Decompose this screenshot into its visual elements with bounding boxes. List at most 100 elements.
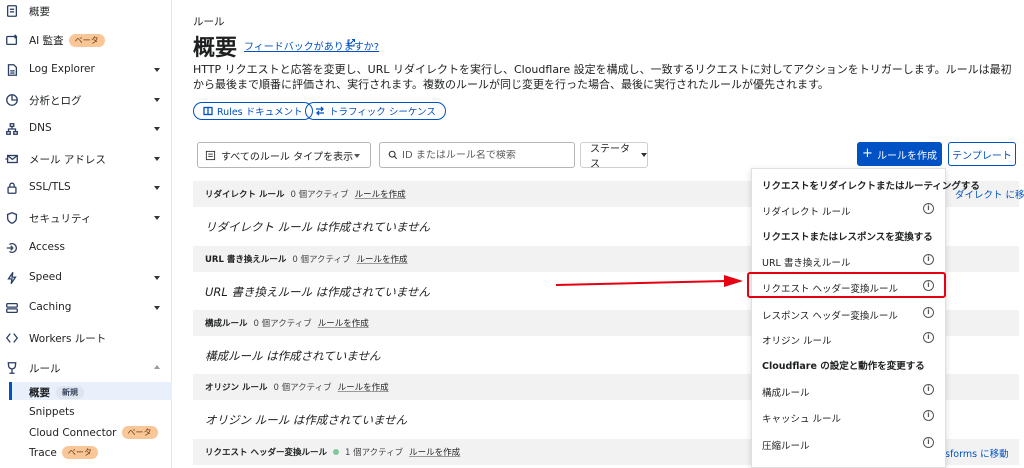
page-eyebrow: ルール [193, 16, 225, 28]
rules-docs-button[interactable]: Rules ドキュメント [193, 102, 313, 120]
chevron-down-icon [641, 153, 647, 157]
create-rule-button[interactable]: + ルールを作成 [857, 142, 942, 166]
dropdown-group-title: リクエストまたはレスポンスを変換する [762, 232, 933, 243]
chevron-down-icon[interactable] [154, 186, 160, 190]
sidebar-item-label: Workers ルート [29, 333, 107, 345]
sidebar-item-access[interactable]: Access [0, 237, 172, 259]
log-explorer-icon [4, 62, 19, 77]
feedback-link[interactable]: フィードバックがありますか? [244, 38, 379, 53]
access-icon [4, 240, 19, 255]
sequence-icon [316, 106, 324, 116]
section-go-link[interactable]: sforms に移動 [945, 446, 1009, 460]
sidebar-item-email[interactable]: メール アドレス [0, 148, 172, 170]
sidebar-subitem-overview[interactable]: 概要 新規 [29, 385, 84, 400]
chevron-down-icon[interactable] [154, 216, 160, 220]
sidebar-item-label: DNS [29, 122, 52, 134]
sidebar-subitem-label: Trace [29, 447, 57, 459]
sidebar-item-overview[interactable]: 概要 [0, 0, 172, 22]
section-name: オリジン ルール [205, 383, 268, 393]
info-icon[interactable]: i [923, 254, 934, 265]
new-badge: 新規 [56, 386, 84, 399]
sidebar-item-label: メール アドレス [29, 154, 106, 166]
beta-badge: ベータ [121, 426, 158, 439]
section-create-link[interactable]: ルールを作成 [357, 253, 408, 265]
chevron-down-icon[interactable] [154, 306, 160, 310]
section-create-link[interactable]: ルールを作成 [318, 317, 369, 329]
sidebar-subitem-label: Snippets [29, 406, 75, 418]
beta-badge: ベータ [68, 34, 105, 47]
sidebar-subitem-cloud-connector[interactable]: Cloud Connector ベータ [29, 426, 158, 439]
speed-icon [4, 270, 19, 285]
sidebar-item-ssl-tls[interactable]: SSL/TLS [0, 177, 172, 199]
sidebar-item-label: Log Explorer [29, 63, 95, 75]
sidebar-subitem-trace[interactable]: Trace ベータ [29, 446, 98, 459]
rule-type-select[interactable]: すべてのルール タイプを表示 [197, 142, 371, 168]
sidebar-item-rules[interactable]: ルール [0, 357, 172, 379]
sidebar-item-dns[interactable]: DNS [0, 118, 172, 140]
traffic-sequence-button[interactable]: トラフィック シーケンス [305, 102, 446, 120]
dropdown-item-config-rule[interactable]: 構成ルール i [752, 377, 947, 403]
dropdown-item-label: キャッシュ ルール [762, 414, 842, 425]
section-create-link[interactable]: ルールを作成 [355, 188, 406, 200]
sidebar-item-label: セキュリティ [29, 213, 92, 225]
sidebar-item-log-explorer[interactable]: Log Explorer [0, 59, 172, 81]
dropdown-item-origin-rule[interactable]: オリジン ルール i [752, 325, 947, 351]
chevron-down-icon[interactable] [154, 68, 160, 72]
chevron-up-icon[interactable] [154, 365, 160, 369]
sidebar: 概要 AI 監査 ベータ Log Explorer 分析とログ DNS メール ア… [0, 0, 172, 468]
sidebar-item-security[interactable]: セキュリティ [0, 207, 172, 229]
traffic-sequence-label: トラフィック シーケンス [329, 107, 436, 118]
dropdown-item-cache-rule[interactable]: キャッシュ ルール i [752, 403, 947, 429]
status-select[interactable]: ステータス [580, 142, 648, 170]
search-input[interactable] [402, 149, 572, 161]
dropdown-item-response-header-transform[interactable]: レスポンス ヘッダー変換ルール i [752, 300, 947, 326]
rules-icon [4, 360, 19, 375]
beta-badge: ベータ [61, 446, 98, 459]
sidebar-item-label: AI 監査 [29, 35, 64, 47]
dropdown-item-url-rewrite[interactable]: URL 書き換えルール i [752, 247, 947, 273]
sidebar-item-label: ルール [29, 363, 61, 375]
dropdown-item-label: オリジン ルール [762, 336, 832, 347]
rules-docs-label: Rules ドキュメント [217, 107, 303, 118]
dropdown-item-redirect-rule[interactable]: リダイレクト ルール i [752, 196, 947, 222]
info-icon[interactable]: i [923, 384, 934, 395]
sidebar-item-analytics[interactable]: 分析とログ [0, 89, 172, 111]
chevron-down-icon[interactable] [154, 276, 160, 280]
sidebar-item-caching[interactable]: Caching [0, 297, 172, 319]
info-icon[interactable]: i [923, 203, 934, 214]
status-dot-icon [332, 449, 339, 455]
section-create-link[interactable]: ルールを作成 [409, 446, 460, 458]
highlight-box [747, 272, 946, 298]
section-count: 0 個アクティブ [253, 319, 312, 329]
info-icon[interactable]: i [923, 332, 934, 343]
plus-icon: + [862, 146, 873, 161]
info-icon[interactable]: i [923, 410, 934, 421]
section-name: リクエスト ヘッダー変換ルール [205, 448, 327, 458]
chevron-down-icon[interactable] [154, 98, 160, 102]
email-icon [4, 151, 19, 166]
info-icon[interactable]: i [923, 307, 934, 318]
dns-icon [4, 121, 19, 136]
section-empty-message: 構成ルール は作成されていません [205, 349, 381, 363]
search-field[interactable] [379, 142, 575, 168]
sidebar-item-speed[interactable]: Speed [0, 267, 172, 289]
sidebar-subitem-snippets[interactable]: Snippets [29, 406, 75, 418]
sidebar-item-workers-routes[interactable]: Workers ルート [0, 327, 172, 349]
analytics-icon [4, 92, 19, 107]
chevron-down-icon[interactable] [154, 127, 160, 131]
sidebar-item-label: 分析とログ [29, 95, 82, 107]
template-button[interactable]: テンプレート [948, 142, 1016, 166]
chevron-down-icon[interactable] [154, 157, 160, 161]
dropdown-item-label: レスポンス ヘッダー変換ルール [762, 311, 898, 322]
page-title: 概要 [193, 36, 238, 61]
dropdown-item-compression-rule[interactable]: 圧縮ルール i [752, 430, 947, 456]
status-select-value: ステータス [590, 144, 630, 170]
section-count: 0 個アクティブ [290, 190, 349, 200]
sidebar-item-ai-audit[interactable]: AI 監査 ベータ [0, 29, 172, 51]
external-link-icon[interactable] [346, 38, 356, 48]
section-create-link[interactable]: ルールを作成 [338, 381, 389, 393]
info-icon[interactable]: i [923, 437, 934, 448]
dropdown-item-label: URL 書き換えルール [762, 258, 851, 269]
create-rule-dropdown: リクエストをリダイレクトまたはルーティングする リダイレクト ルール i リクエ… [751, 168, 980, 468]
caching-icon [4, 300, 19, 315]
